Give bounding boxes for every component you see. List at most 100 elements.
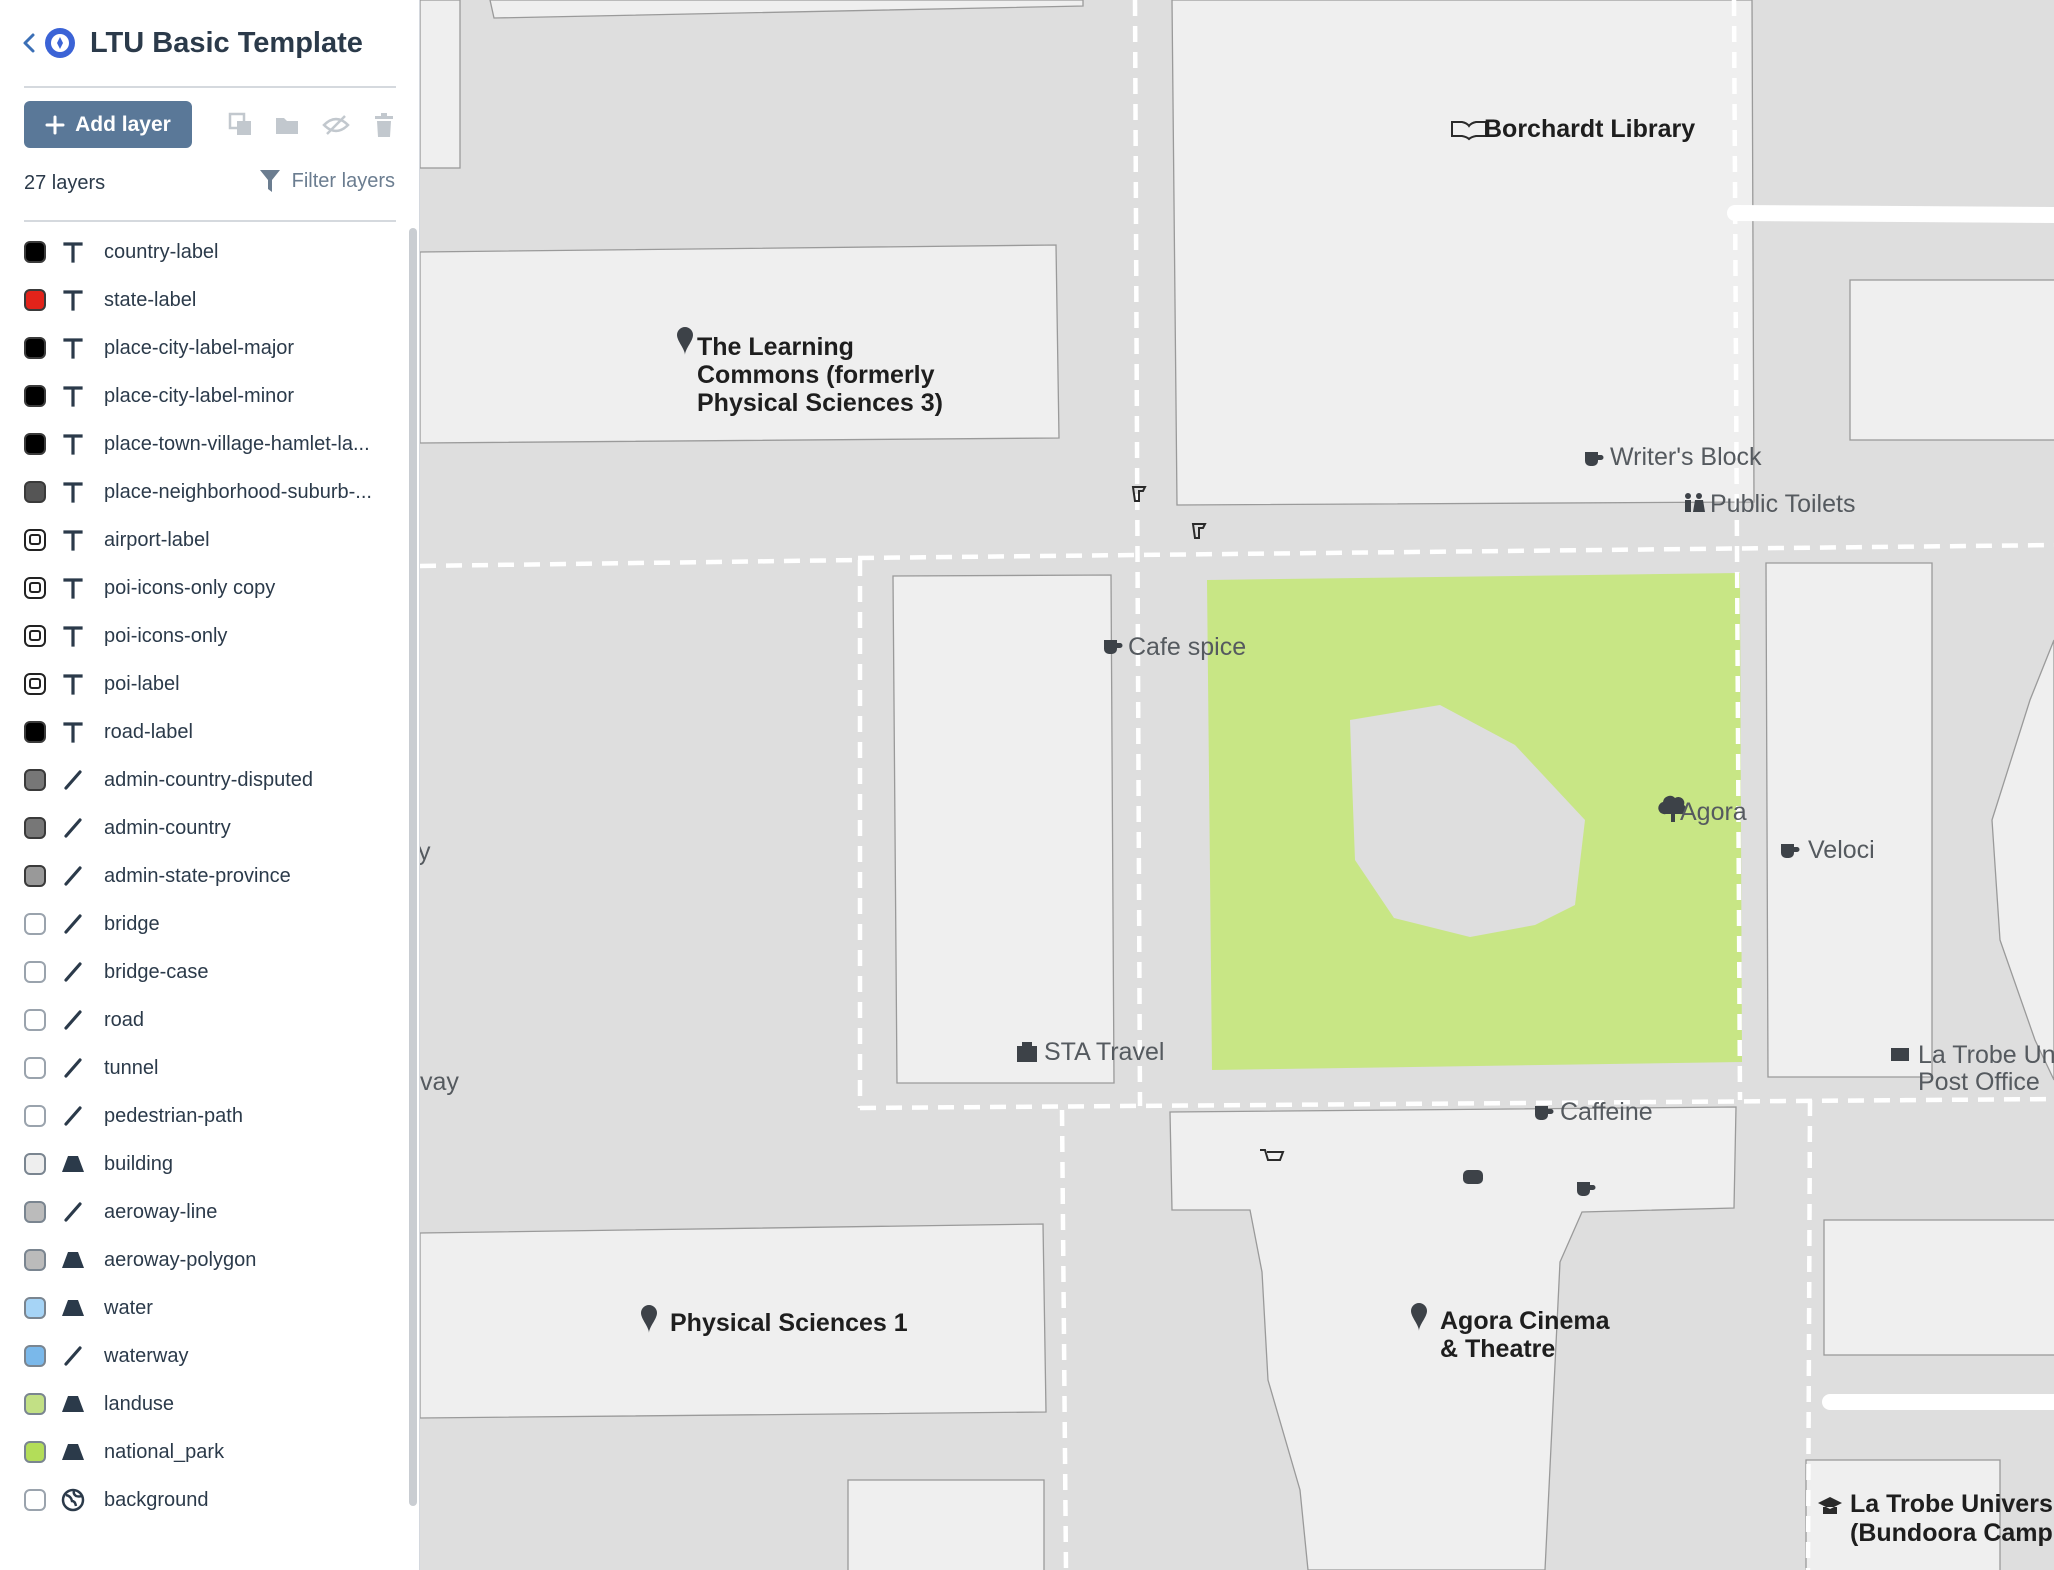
layer-name: aeroway-line: [104, 1200, 218, 1223]
layer-color-swatch: [24, 1249, 46, 1271]
building-veloci: [1765, 562, 1933, 1078]
layer-row-admin-country-disputed[interactable]: admin-country-disputed: [0, 756, 408, 804]
layer-row-road[interactable]: road: [0, 996, 408, 1044]
layer-row-bridge-case[interactable]: bridge-case: [0, 948, 408, 996]
layer-row-landuse[interactable]: landuse: [0, 1380, 408, 1428]
layer-color-swatch: [24, 1009, 46, 1031]
layers-sidebar: LTU Basic Template Add layer 27 layers F…: [0, 0, 420, 1570]
layer-color-swatch: [24, 241, 46, 263]
fill-icon: [58, 1437, 88, 1467]
layer-name: road-label: [104, 720, 193, 743]
layer-row-building[interactable]: building: [0, 1140, 408, 1188]
layer-name: water: [104, 1296, 153, 1319]
layer-name: landuse: [104, 1392, 175, 1415]
layer-color-swatch: [24, 529, 46, 551]
funnel-icon: [259, 170, 280, 192]
layer-name: place-neighborhood-suburb-...: [104, 480, 372, 503]
layer-color-swatch: [24, 817, 46, 839]
label-writers-block: Writer's Block: [1610, 443, 1762, 471]
label-learning-1: The Learning: [697, 333, 854, 361]
layer-row-bridge[interactable]: bridge: [0, 900, 408, 948]
label-sta-travel: STA Travel: [1044, 1038, 1164, 1066]
layer-color-swatch: [24, 1201, 46, 1223]
layer-row-place-city-label-minor[interactable]: place-city-label-minor: [0, 372, 408, 420]
line-icon: [58, 1341, 88, 1371]
text-icon: [58, 237, 88, 267]
fill-icon: [58, 1245, 88, 1275]
line-icon: [58, 1005, 88, 1035]
layer-row-aeroway-line[interactable]: aeroway-line: [0, 1188, 408, 1236]
scrollbar-thumb[interactable]: [409, 228, 417, 1506]
layer-color-swatch: [24, 1297, 46, 1319]
layer-row-aeroway-polygon[interactable]: aeroway-polygon: [0, 1236, 408, 1284]
style-title: LTU Basic Template: [90, 26, 363, 59]
layer-row-national-park[interactable]: national_park: [0, 1428, 408, 1476]
hide-eye-icon[interactable]: [321, 110, 351, 140]
building-right-upper: [1849, 279, 2054, 441]
text-icon: [58, 669, 88, 699]
layer-name: place-city-label-major: [104, 336, 295, 359]
chevron-left-icon[interactable]: [22, 28, 42, 58]
trash-icon[interactable]: [369, 110, 399, 140]
label-road-way-2: vay: [420, 1068, 459, 1096]
filter-layers-label: Filter layers: [291, 169, 395, 192]
add-layer-button[interactable]: Add layer: [24, 101, 192, 148]
building-middle-left: [892, 574, 1115, 1084]
header-divider: [24, 86, 396, 88]
layer-row-poi-icons-only[interactable]: poi-icons-only: [0, 612, 408, 660]
layer-color-swatch: [24, 1105, 46, 1127]
building-bottom-middle: [847, 1479, 1045, 1570]
layer-name: place-city-label-minor: [104, 384, 295, 407]
text-icon: [58, 381, 88, 411]
text-icon: [58, 717, 88, 747]
label-cinema-2: & Theatre: [1440, 1335, 1555, 1363]
duplicate-icon[interactable]: [226, 110, 256, 140]
line-icon: [58, 1053, 88, 1083]
layer-color-swatch: [24, 1489, 46, 1511]
layer-name: building: [104, 1152, 173, 1175]
layer-row-place-city-label-major[interactable]: place-city-label-major: [0, 324, 408, 372]
layer-row-tunnel[interactable]: tunnel: [0, 1044, 408, 1092]
line-icon: [58, 957, 88, 987]
layer-row-background[interactable]: background: [0, 1476, 408, 1524]
layer-name: bridge: [104, 912, 160, 935]
text-icon: [58, 525, 88, 555]
post-office-icon: [1891, 1048, 1909, 1061]
layer-row-place-town-village-hamlet-la[interactable]: place-town-village-hamlet-la...: [0, 420, 408, 468]
sidebar-header: LTU Basic Template: [22, 22, 400, 64]
layer-name: place-town-village-hamlet-la...: [104, 432, 370, 455]
fill-icon: [58, 1149, 88, 1179]
road-right-1: [1727, 205, 2054, 223]
layer-row-road-label[interactable]: road-label: [0, 708, 408, 756]
layer-row-country-label[interactable]: country-label: [0, 228, 408, 276]
layer-row-water[interactable]: water: [0, 1284, 408, 1332]
layer-row-place-neighborhood-suburb[interactable]: place-neighborhood-suburb-...: [0, 468, 408, 516]
layer-name: airport-label: [104, 528, 210, 551]
layer-row-poi-icons-only-copy[interactable]: poi-icons-only copy: [0, 564, 408, 612]
text-icon: [58, 429, 88, 459]
layer-row-waterway[interactable]: waterway: [0, 1332, 408, 1380]
compass-logo-icon: [44, 27, 76, 59]
label-ltu-1: La Trobe University: [1850, 1490, 2054, 1518]
layer-row-pedestrian-path[interactable]: pedestrian-path: [0, 1092, 408, 1140]
line-icon: [58, 765, 88, 795]
layer-row-poi-label[interactable]: poi-label: [0, 660, 408, 708]
label-public-toilets: Public Toilets: [1710, 490, 1855, 518]
fill-icon: [58, 1389, 88, 1419]
layer-count: 27 layers: [24, 172, 106, 194]
layer-color-swatch: [24, 385, 46, 407]
folder-icon[interactable]: [272, 110, 302, 140]
layer-color-swatch: [24, 1393, 46, 1415]
layer-row-state-label[interactable]: state-label: [0, 276, 408, 324]
layer-name: waterway: [104, 1344, 189, 1367]
filter-layers-button[interactable]: Filter layers: [258, 168, 395, 194]
layer-row-admin-country[interactable]: admin-country: [0, 804, 408, 852]
layer-row-airport-label[interactable]: airport-label: [0, 516, 408, 564]
layer-color-swatch: [24, 1153, 46, 1175]
label-post-1: La Trobe Univ: [1918, 1041, 2054, 1069]
layer-name: admin-state-province: [104, 864, 291, 887]
layer-name: admin-country: [104, 816, 231, 839]
label-ltu-2: (Bundoora Campus): [1850, 1519, 2054, 1547]
layer-color-swatch: [24, 1345, 46, 1367]
layer-row-admin-state-province[interactable]: admin-state-province: [0, 852, 408, 900]
